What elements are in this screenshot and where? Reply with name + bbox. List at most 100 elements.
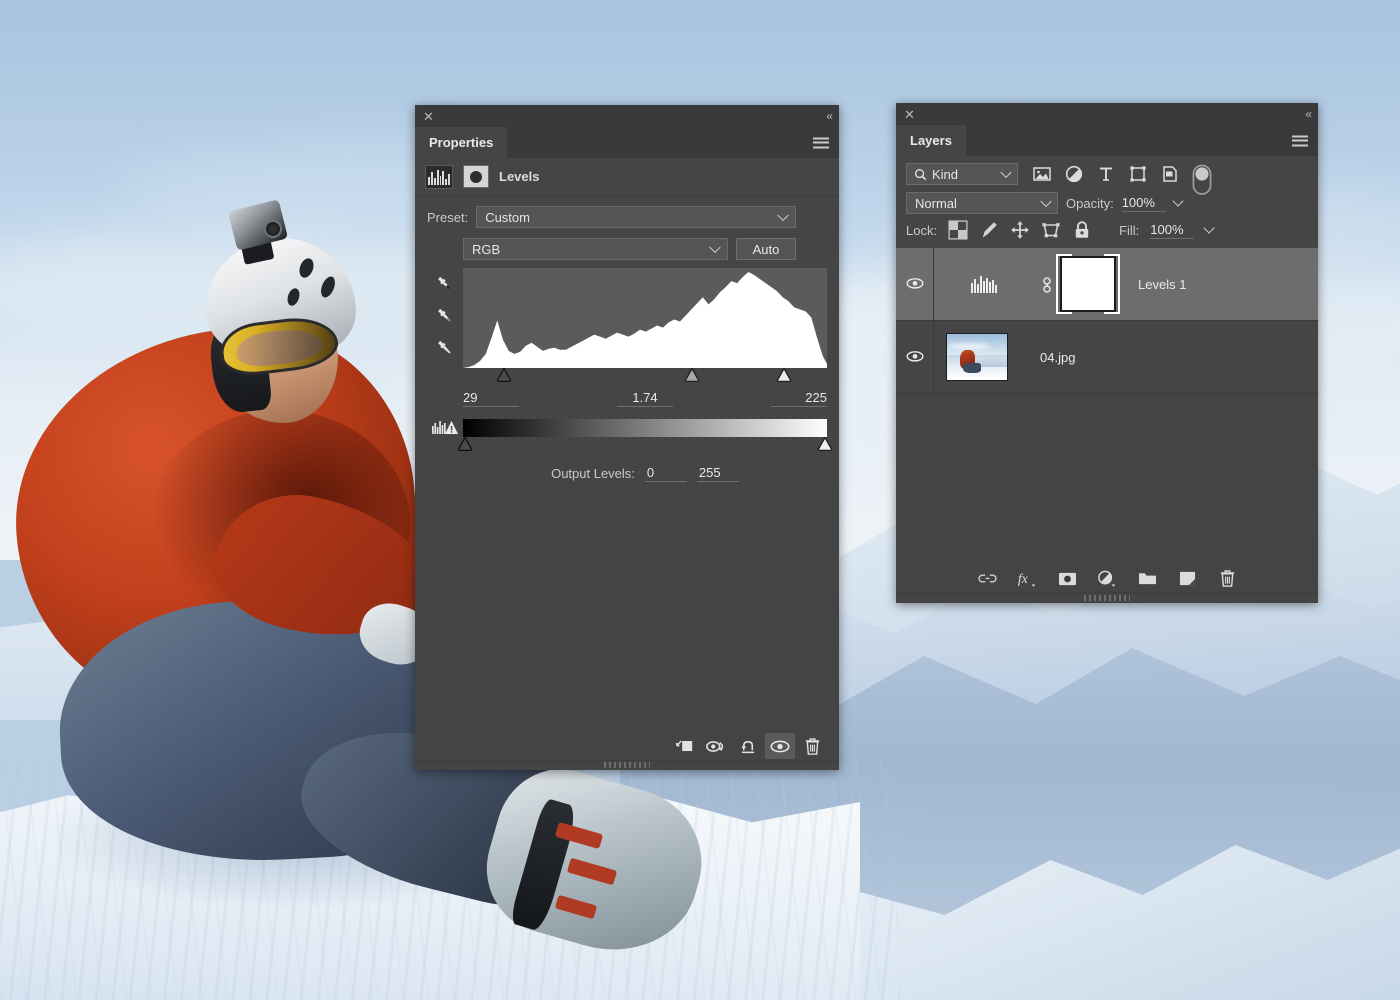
output-black-field[interactable]: 0: [644, 465, 687, 482]
filter-toggle-switch[interactable]: [1192, 164, 1212, 195]
layer-visibility-cell[interactable]: [896, 248, 934, 320]
fill-field[interactable]: 100%: [1150, 222, 1195, 239]
channel-value: RGB: [472, 241, 501, 257]
clip-to-layer-icon[interactable]: [669, 733, 699, 759]
layers-panel[interactable]: ✕ « Layers Kind Normal Opacity: 100% Loc…: [896, 103, 1318, 603]
eye-icon[interactable]: [905, 277, 925, 291]
histogram-column: 29 1.74 225 Output Levels: 0 255: [457, 268, 833, 482]
output-levels-row: Output Levels: 0 255: [463, 465, 827, 482]
highlight-input-field[interactable]: 225: [771, 390, 827, 407]
adjustment-layer-thumbnail[interactable]: [934, 273, 1034, 295]
blend-mode-row: Normal Opacity: 100%: [896, 190, 1318, 218]
reset-adjustment-icon[interactable]: [733, 733, 763, 759]
close-icon[interactable]: ✕: [904, 108, 915, 121]
histogram-plot: [463, 272, 827, 368]
lock-artboard-icon[interactable]: [1041, 220, 1061, 240]
channel-select[interactable]: RGB: [463, 238, 728, 260]
blend-mode-value: Normal: [915, 195, 957, 211]
shadow-input-handle[interactable]: [497, 368, 512, 382]
output-gradient-bar: [463, 419, 827, 437]
link-layers-icon[interactable]: [976, 567, 998, 589]
auto-button[interactable]: Auto: [736, 238, 796, 260]
layer-list: Levels 1 04.jpg: [896, 248, 1318, 394]
input-levels-slider[interactable]: [463, 368, 827, 384]
levels-histogram-chart[interactable]: [463, 268, 827, 368]
set-black-point-eyedropper[interactable]: [435, 274, 455, 294]
layer-mask-thumbnail[interactable]: [1056, 254, 1120, 314]
panel-resize-grip[interactable]: [604, 762, 650, 768]
eye-icon[interactable]: [905, 350, 925, 364]
table-row[interactable]: 04.jpg: [896, 321, 1318, 394]
output-black-handle[interactable]: [457, 437, 473, 451]
filter-pixel-icon[interactable]: [1032, 164, 1052, 184]
lock-row: Lock: Fill: 100%: [896, 218, 1318, 248]
close-icon[interactable]: ✕: [423, 110, 434, 123]
preset-select[interactable]: Custom: [476, 206, 797, 228]
auto-button-label: Auto: [752, 241, 780, 257]
layer-visibility-cell[interactable]: [896, 321, 934, 393]
new-group-icon[interactable]: [1136, 567, 1158, 589]
filter-smart-object-icon[interactable]: [1160, 164, 1180, 184]
lock-position-icon[interactable]: [1010, 220, 1030, 240]
input-levels-fields: 29 1.74 225: [463, 384, 827, 407]
collapse-to-icons-icon[interactable]: «: [1305, 107, 1312, 121]
output-white-handle[interactable]: [817, 437, 833, 451]
lock-transparency-icon[interactable]: [948, 220, 968, 240]
set-white-point-eyedropper[interactable]: [435, 338, 455, 358]
filter-kind-select[interactable]: Kind: [906, 163, 1018, 185]
filter-shape-icon[interactable]: [1128, 164, 1148, 184]
panel-resize-grip[interactable]: [1084, 595, 1130, 601]
layer-filter-row: Kind: [896, 156, 1318, 195]
filter-kind-label: Kind: [932, 166, 959, 182]
layer-style-fx-icon[interactable]: fx: [1016, 567, 1038, 589]
preset-value: Custom: [485, 209, 530, 225]
levels-histogram-icon: [971, 276, 997, 293]
shadow-input-field[interactable]: 29: [463, 390, 519, 407]
layers-footer: fx: [896, 563, 1318, 593]
lock-pixels-icon[interactable]: [979, 220, 999, 240]
new-layer-icon[interactable]: [1176, 567, 1198, 589]
preset-label: Preset:: [427, 209, 469, 225]
fill-label: Fill:: [1119, 222, 1140, 238]
table-row[interactable]: Levels 1: [896, 248, 1318, 321]
histogram-warning-icon[interactable]: [431, 418, 459, 436]
filter-icon-group: [1032, 164, 1212, 195]
set-gray-point-eyedropper[interactable]: [435, 306, 455, 326]
toggle-previous-state-icon[interactable]: [701, 733, 731, 759]
tab-layers[interactable]: Layers: [896, 125, 966, 156]
delete-layer-icon[interactable]: [1216, 567, 1238, 589]
fill-chevron-down-icon[interactable]: [1203, 222, 1215, 234]
opacity-field[interactable]: 100%: [1121, 195, 1166, 212]
layers-body: Kind Normal Opacity: 100% Lock: Fill: 10…: [896, 156, 1318, 601]
lock-all-icon[interactable]: [1072, 220, 1092, 240]
toggle-layer-visibility-icon[interactable]: [765, 733, 795, 759]
new-adjustment-layer-icon[interactable]: [1096, 567, 1118, 589]
output-white-field[interactable]: 255: [696, 465, 739, 482]
link-mask-icon[interactable]: [1040, 274, 1054, 294]
filter-type-icon[interactable]: [1096, 164, 1116, 184]
svg-text:fx: fx: [1018, 571, 1028, 586]
panel-menu-icon[interactable]: [1292, 135, 1308, 146]
output-levels-label: Output Levels:: [551, 466, 635, 481]
opacity-chevron-down-icon[interactable]: [1172, 195, 1184, 207]
thumbnail-rider-legs: [962, 362, 981, 373]
layer-mask-icon: [463, 165, 489, 188]
add-layer-mask-icon[interactable]: [1056, 567, 1078, 589]
layer-name: 04.jpg: [1040, 349, 1076, 365]
highlight-input-handle[interactable]: [777, 368, 792, 382]
layers-tabbar: Layers: [896, 125, 1318, 156]
midtone-input-handle[interactable]: [685, 368, 700, 382]
layers-titlebar: ✕ «: [896, 103, 1318, 125]
midtone-input-field[interactable]: 1.74: [617, 390, 673, 407]
properties-panel[interactable]: ✕ « Properties Levels Preset: Custom RGB…: [415, 105, 839, 770]
layer-image-thumbnail[interactable]: [946, 333, 1008, 381]
filter-adjustment-icon[interactable]: [1064, 164, 1084, 184]
blend-mode-select[interactable]: Normal: [906, 192, 1058, 214]
tab-properties[interactable]: Properties: [415, 127, 508, 158]
panel-menu-icon[interactable]: [813, 137, 829, 148]
adjustment-header: Levels: [415, 158, 839, 196]
delete-adjustment-icon[interactable]: [797, 733, 827, 759]
properties-footer: [415, 731, 839, 761]
collapse-to-icons-icon[interactable]: «: [826, 109, 833, 123]
output-levels-slider[interactable]: [457, 437, 833, 453]
